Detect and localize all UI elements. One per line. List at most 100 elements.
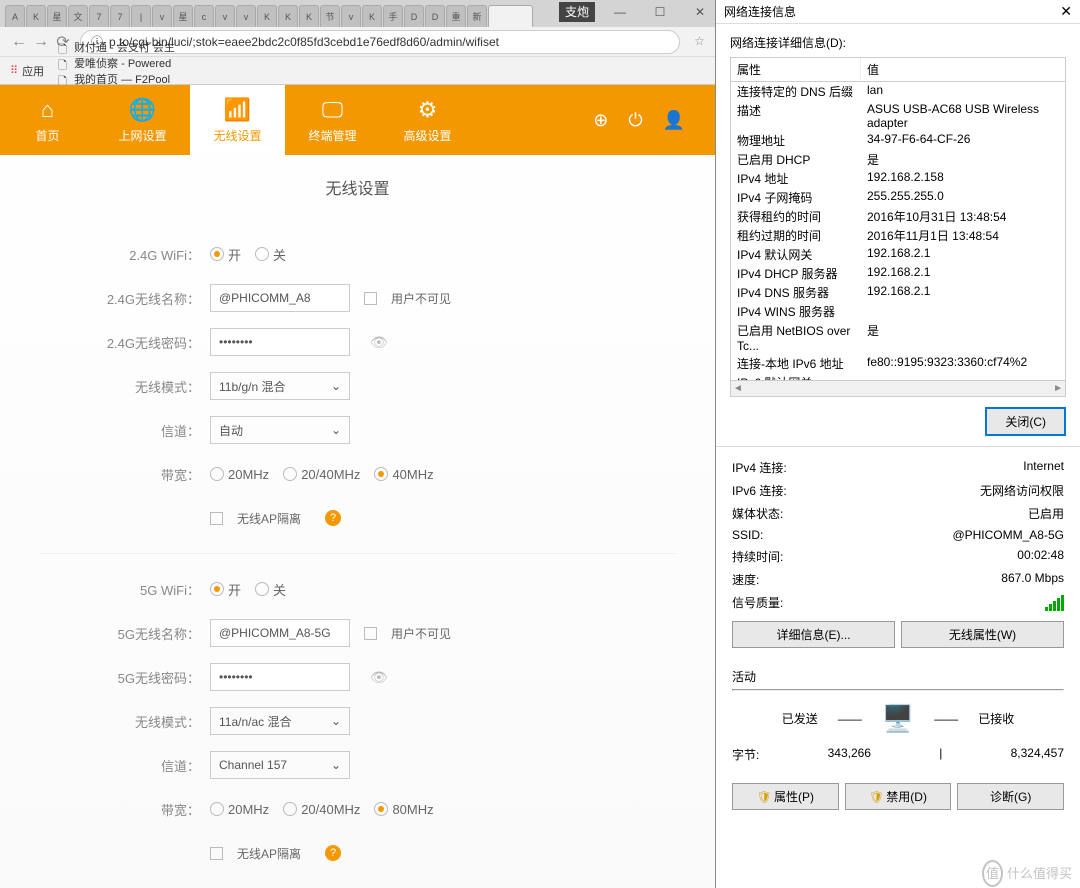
status-row: 持续时间:00:02:48	[732, 548, 1064, 565]
eye-icon[interactable]: 👁	[370, 334, 388, 351]
dialog-titlebar: 网络连接信息 ✕	[716, 0, 1080, 24]
nav-wan[interactable]: 🌐上网设置	[95, 85, 190, 155]
browser-tab[interactable]: v	[152, 5, 172, 27]
bookmark-item[interactable]: 🗋 爱唯侦察 - Powered	[58, 55, 178, 71]
hide24-checkbox[interactable]	[364, 292, 377, 305]
close-icon[interactable]: ✕	[1060, 3, 1072, 20]
table-row: 租约过期的时间2016年11月1日 13:48:54	[731, 226, 1065, 245]
table-row: 获得租约的时间2016年10月31日 13:48:54	[731, 207, 1065, 226]
browser-tab[interactable]: D	[404, 5, 424, 27]
eye-icon[interactable]: 👁	[370, 669, 388, 686]
browser-tab[interactable]: 文	[68, 5, 88, 27]
chevron-down-icon: ⌄	[331, 423, 341, 437]
browser-tab[interactable]: D	[425, 5, 445, 27]
browser-tab[interactable]: 新	[467, 5, 487, 27]
properties-button[interactable]: 🛡属性(P)	[732, 783, 839, 810]
power-icon[interactable]: ⏻	[628, 110, 642, 131]
browser-tab[interactable]: 手	[383, 5, 403, 27]
bw-option[interactable]: 20/40MHz	[283, 802, 360, 817]
watermark: 值什么值得买	[982, 863, 1072, 882]
nav-wifi[interactable]: 📶无线设置	[190, 85, 285, 155]
mode24-select[interactable]: 11b/g/n 混合⌄	[210, 372, 350, 400]
star-icon[interactable]: ☆	[694, 34, 710, 50]
bookmark-item[interactable]: 🗋 财付通 - 会支付 会生	[58, 39, 178, 55]
minimize-icon[interactable]: —	[605, 2, 635, 22]
mode5-select[interactable]: 11a/n/ac 混合⌄	[210, 707, 350, 735]
browser-tab[interactable]: 7	[89, 5, 109, 27]
properties-table: 属性值 连接特定的 DNS 后缀lan描述ASUS USB-AC68 USB W…	[730, 57, 1066, 397]
table-row: 连接-本地 IPv6 地址fe80::9195:9323:3360:cf74%2	[731, 354, 1065, 373]
apiso5-checkbox[interactable]	[210, 847, 223, 860]
browser-tab[interactable]: 星	[47, 5, 67, 27]
window-controls: 支炮 — ☐ ✕	[559, 2, 715, 22]
status-row: SSID:@PHICOMM_A8-5G	[732, 528, 1064, 542]
maximize-icon[interactable]: ☐	[645, 2, 675, 22]
status-row: 速度:867.0 Mbps	[732, 571, 1064, 588]
browser-tab[interactable]: |	[131, 5, 151, 27]
browser-tab-active[interactable]	[488, 5, 533, 27]
table-row: IPv4 默认网关192.168.2.1	[731, 245, 1065, 264]
browser-tab[interactable]: 重	[446, 5, 466, 27]
browser-tab[interactable]: K	[26, 5, 46, 27]
table-row: IPv4 地址192.168.2.158	[731, 169, 1065, 188]
browser-tab[interactable]: v	[215, 5, 235, 27]
browser-tab[interactable]: K	[257, 5, 277, 27]
table-row: IPv4 DNS 服务器192.168.2.1	[731, 283, 1065, 302]
details-button[interactable]: 详细信息(E)...	[732, 621, 895, 648]
browser-tab[interactable]: 星	[173, 5, 193, 27]
bw-option[interactable]: 80MHz	[374, 802, 433, 817]
user-icon[interactable]: 👤	[663, 110, 685, 131]
browser-tab[interactable]: K	[299, 5, 319, 27]
hide5-checkbox[interactable]	[364, 627, 377, 640]
forward-icon[interactable]: →	[30, 31, 52, 53]
channel24-select[interactable]: 自动⌄	[210, 416, 350, 444]
ssid24-input[interactable]	[210, 284, 350, 312]
bw-option[interactable]: 20MHz	[210, 467, 269, 482]
table-row: IPv4 DHCP 服务器192.168.2.1	[731, 264, 1065, 283]
pwd24-input[interactable]	[210, 328, 350, 356]
page-title: 无线设置	[40, 175, 675, 199]
wifi5-off[interactable]: 关	[255, 580, 286, 599]
help-icon[interactable]: ?	[325, 510, 341, 526]
browser-tab[interactable]: 节	[320, 5, 340, 27]
nav-clients[interactable]: 🖵终端管理	[285, 85, 380, 155]
bw-option[interactable]: 20MHz	[210, 802, 269, 817]
channel5-select[interactable]: Channel 157⌄	[210, 751, 350, 779]
wireless-props-button[interactable]: 无线属性(W)	[901, 621, 1064, 648]
shield-icon[interactable]: ⊕	[593, 110, 608, 131]
table-row: IPv4 WINS 服务器	[731, 302, 1065, 321]
router-admin-page: ⌂首页🌐上网设置📶无线设置🖵终端管理⚙高级设置 ⊕ ⏻ 👤 无线设置 2.4G …	[0, 85, 715, 888]
section-24g: 2.4G WiFi：	[40, 245, 210, 264]
browser-tab[interactable]: K	[278, 5, 298, 27]
apps-button[interactable]: ⠿ 应用	[10, 63, 44, 79]
router-nav: ⌂首页🌐上网设置📶无线设置🖵终端管理⚙高级设置 ⊕ ⏻ 👤	[0, 85, 715, 155]
wifi24-on[interactable]: 开	[210, 245, 241, 264]
disable-button[interactable]: 🛡禁用(D)	[845, 783, 952, 810]
ssid5-input[interactable]	[210, 619, 350, 647]
diagnose-button[interactable]: 诊断(G)	[957, 783, 1064, 810]
status-row: 媒体状态:已启用	[732, 505, 1064, 522]
nav-advanced[interactable]: ⚙高级设置	[380, 85, 475, 155]
browser-tab[interactable]: v	[341, 5, 361, 27]
browser-tab[interactable]: A	[5, 5, 25, 27]
table-row: 物理地址34-97-F6-64-CF-26	[731, 131, 1065, 150]
close-button[interactable]: 关闭(C)	[985, 407, 1066, 436]
help-icon[interactable]: ?	[325, 845, 341, 861]
browser-tab[interactable]: K	[362, 5, 382, 27]
wifi24-off[interactable]: 关	[255, 245, 286, 264]
browser-tab[interactable]: v	[236, 5, 256, 27]
browser-tab[interactable]: 7	[110, 5, 130, 27]
status-row: IPv6 连接:无网络访问权限	[732, 482, 1064, 499]
wifi5-on[interactable]: 开	[210, 580, 241, 599]
browser-tab[interactable]: c	[194, 5, 214, 27]
bw-option[interactable]: 40MHz	[374, 467, 433, 482]
chevron-down-icon: ⌄	[331, 379, 341, 393]
apiso24-checkbox[interactable]	[210, 512, 223, 525]
close-icon[interactable]: ✕	[685, 2, 715, 22]
pwd5-input[interactable]	[210, 663, 350, 691]
table-row: 连接特定的 DNS 后缀lan	[731, 82, 1065, 101]
horizontal-scrollbar[interactable]: ◄►	[731, 380, 1065, 396]
nav-home[interactable]: ⌂首页	[0, 85, 95, 155]
bw-option[interactable]: 20/40MHz	[283, 467, 360, 482]
back-icon[interactable]: ←	[8, 31, 30, 53]
